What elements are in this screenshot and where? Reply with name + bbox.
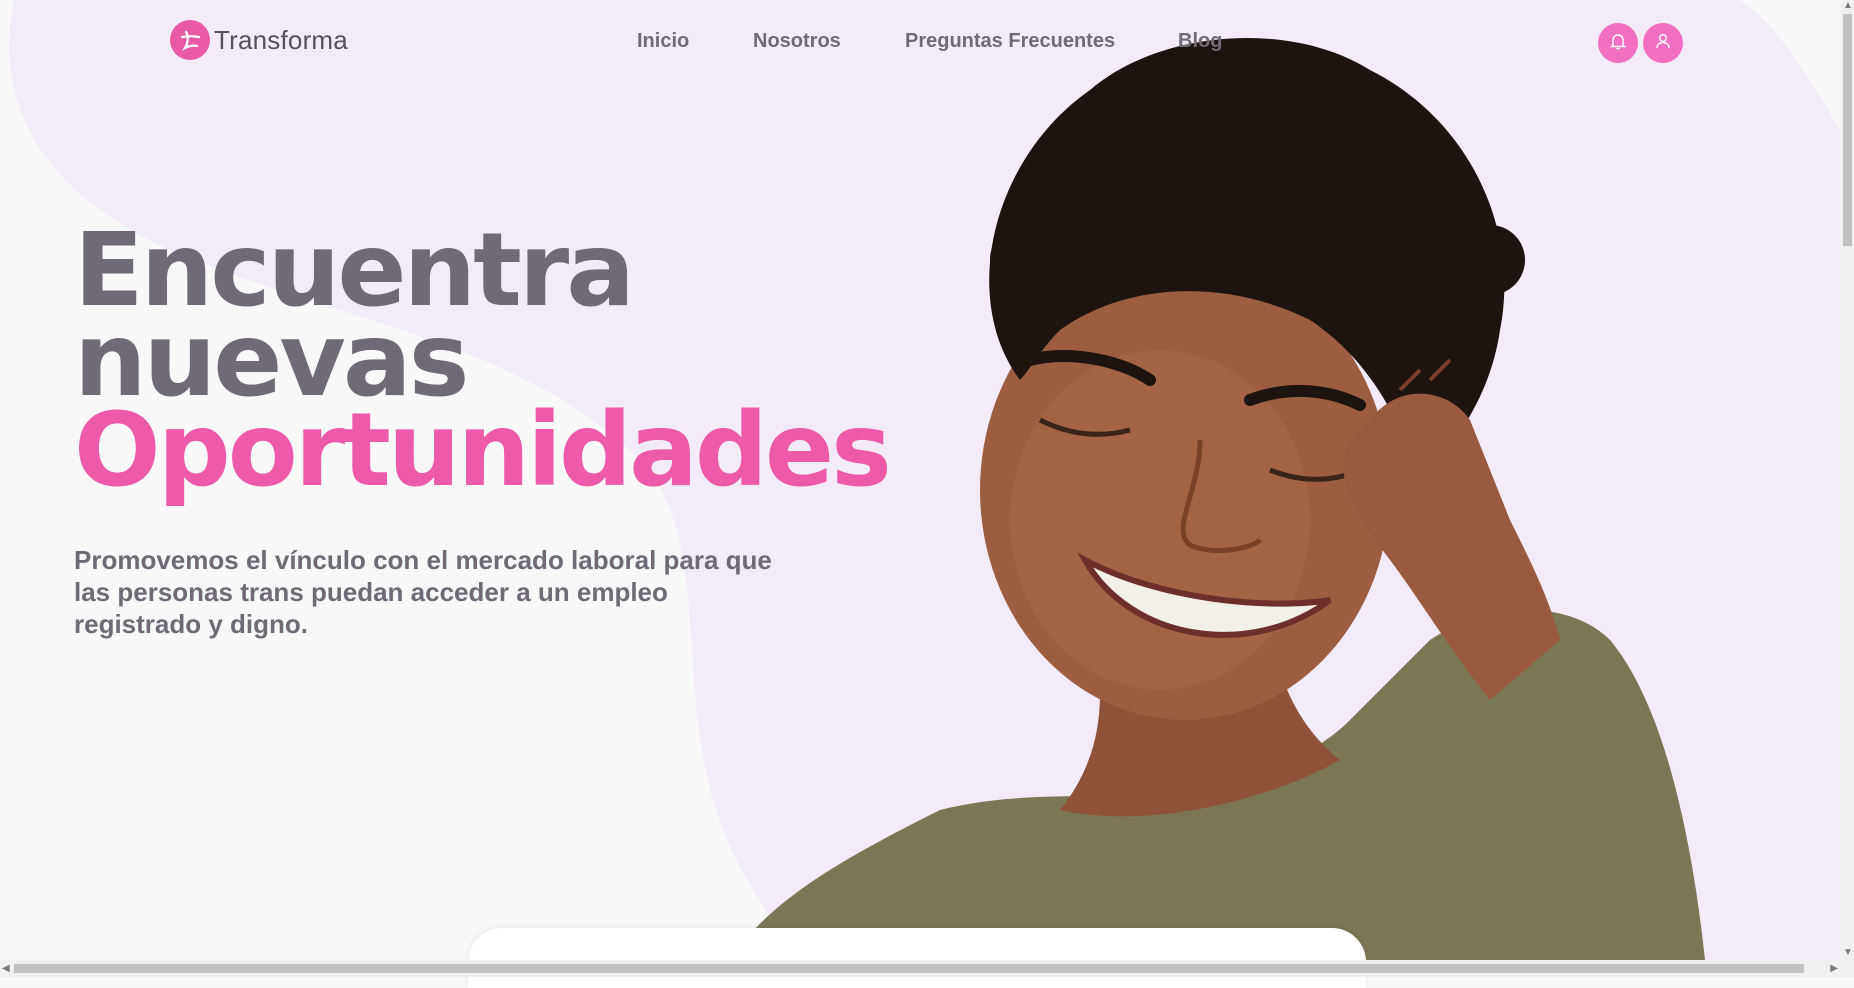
vertical-scrollbar-thumb[interactable] <box>1843 14 1852 246</box>
scroll-right-arrow-icon[interactable]: ▶ <box>1830 963 1838 974</box>
scroll-up-arrow-icon[interactable]: ▲ <box>1843 0 1853 11</box>
user-icon <box>1653 31 1673 56</box>
nav-link-inicio[interactable]: Inicio <box>637 30 689 53</box>
horizontal-scrollbar-thumb[interactable] <box>14 964 1804 973</box>
scroll-left-arrow-icon[interactable]: ◀ <box>2 963 10 974</box>
vertical-scrollbar[interactable]: ▲ ▼ <box>1840 0 1854 960</box>
nav-link-preguntas-frecuentes[interactable]: Preguntas Frecuentes <box>905 30 1115 53</box>
hero-heading: Encuentra nuevas Oportunidades <box>74 220 892 502</box>
nav-link-nosotros[interactable]: Nosotros <box>753 30 841 53</box>
site-header: Transforma Inicio Nosotros Preguntas Fre… <box>0 0 1840 84</box>
hero-subtitle: Promovemos el vínculo con el mercado lab… <box>74 545 772 639</box>
hero-heading-highlight: Oportunidades <box>74 391 892 510</box>
bell-icon <box>1608 31 1628 56</box>
scroll-down-arrow-icon[interactable]: ▼ <box>1843 947 1853 958</box>
notifications-button[interactable] <box>1598 23 1638 63</box>
nav-link-blog[interactable]: Blog <box>1178 30 1222 53</box>
account-button[interactable] <box>1643 23 1683 63</box>
search-card <box>468 928 1366 988</box>
horizontal-scrollbar[interactable]: ◀ ▶ <box>0 960 1854 977</box>
brand-logo[interactable]: Transforma <box>170 20 348 60</box>
logo-mark-icon <box>170 20 210 60</box>
brand-name: Transforma <box>214 24 348 55</box>
